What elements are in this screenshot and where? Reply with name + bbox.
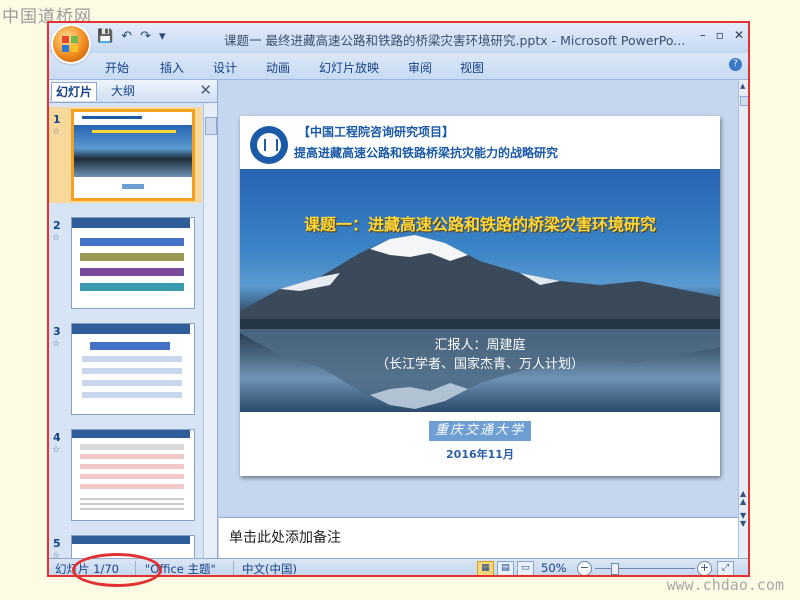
close-icon[interactable]: ✕	[734, 28, 744, 42]
thumbnail-list: 1 ☆ 2 ☆ 3 ☆ 4 ☆ 5 ☆	[49, 103, 202, 558]
slide-thumbnail-3[interactable]: 3 ☆	[49, 319, 202, 415]
next-slide-icon[interactable]: ▼ ▼	[740, 512, 746, 528]
office-logo-icon	[62, 36, 80, 52]
undo-icon[interactable]: ↶	[121, 29, 132, 44]
normal-view-icon[interactable]: ▦	[477, 561, 494, 575]
slide-number: 1	[53, 113, 61, 126]
slide-date: 2016年11月	[446, 448, 514, 461]
pane-close-icon[interactable]: ✕	[199, 81, 212, 99]
slide-thumbnail-4[interactable]: 4 ☆	[49, 425, 202, 521]
powerpoint-window: 💾 ↶ ↷ ▾ 课题一 最终进藏高速公路和铁路的桥梁灾害环境研究.pptx - …	[47, 21, 750, 577]
thumbnail-scrollbar[interactable]	[203, 103, 217, 558]
thumbnail-preview	[71, 109, 195, 201]
slides-pane: 幻灯片 大纲 ✕ 1 ☆ 2 ☆ 3 ☆ 4 ☆ 5 ☆	[49, 80, 218, 558]
window-controls: – ▫ ✕	[700, 28, 744, 42]
zoom-level[interactable]: 50%	[541, 561, 567, 575]
animation-star-icon: ☆	[52, 339, 61, 349]
mountain-lake-photo	[240, 169, 720, 412]
thumbnail-preview	[71, 217, 195, 309]
tab-animations[interactable]: 动画	[266, 59, 290, 76]
slide-scrollbar[interactable]: ▲ ▲ ▲ ▼ ▼	[738, 80, 748, 558]
tab-slideshow[interactable]: 幻灯片放映	[319, 59, 379, 76]
notes-placeholder: 单击此处添加备注	[229, 530, 341, 546]
ribbon-tabs: 开始 插入 设计 动画 幻灯片放映 审阅 视图 ?	[49, 53, 748, 80]
slideshow-view-icon[interactable]: ▭	[517, 561, 534, 575]
thumbnail-preview	[71, 323, 195, 415]
scroll-up-icon[interactable]: ▲	[740, 82, 748, 91]
quick-access-toolbar: 💾 ↶ ↷ ▾	[97, 29, 166, 44]
save-icon[interactable]: 💾	[97, 29, 113, 44]
window-title: 课题一 最终进藏高速公路和铁路的桥梁灾害环境研究.pptx - Microsof…	[224, 33, 686, 48]
fit-to-window-icon[interactable]: ⤢	[717, 561, 734, 575]
slide-number: 4	[53, 431, 61, 444]
zoom-slider-knob[interactable]	[611, 563, 619, 575]
minimize-icon[interactable]: –	[700, 28, 706, 42]
slide-number: 3	[53, 325, 61, 338]
tab-home[interactable]: 开始	[105, 59, 129, 76]
tab-outline[interactable]: 大纲	[107, 82, 139, 100]
office-button[interactable]	[53, 26, 89, 62]
tab-view[interactable]: 视图	[460, 59, 484, 76]
notes-pane[interactable]: 单击此处添加备注	[219, 517, 738, 559]
university-logo: 重庆交通大学	[429, 421, 531, 441]
previous-slide-icon[interactable]: ▲ ▲	[740, 490, 746, 506]
watermark-bottom: www.chdao.com	[666, 576, 784, 594]
redo-icon[interactable]: ↷	[140, 29, 151, 44]
slide-title: 课题一：进藏高速公路和铁路的桥梁灾害环境研究	[303, 215, 656, 234]
slide-number: 2	[53, 219, 61, 232]
customize-qat-icon[interactable]: ▾	[159, 29, 166, 44]
zoom-in-icon[interactable]: +	[697, 561, 712, 575]
slide-thumbnail-1[interactable]: 1 ☆	[49, 107, 202, 203]
title-bar: 💾 ↶ ↷ ▾ 课题一 最终进藏高速公路和铁路的桥梁灾害环境研究.pptx - …	[49, 23, 748, 53]
animation-star-icon: ☆	[52, 127, 61, 137]
highlight-annotation	[72, 553, 162, 587]
animation-star-icon: ☆	[52, 551, 61, 558]
restore-icon[interactable]: ▫	[716, 28, 724, 42]
slide-reporter-titles: （长江学者、国家杰青、万人计划）	[375, 357, 584, 372]
zoom-out-icon[interactable]: −	[577, 561, 592, 575]
slide-number: 5	[53, 537, 61, 550]
current-slide[interactable]: 【中国工程院咨询研究项目】 提高进藏高速公路和铁路桥梁抗灾能力的战略研究 课题一…	[240, 116, 720, 476]
animation-star-icon: ☆	[52, 233, 61, 243]
tab-review[interactable]: 审阅	[408, 59, 432, 76]
zoom-slider[interactable]	[595, 568, 695, 569]
help-icon[interactable]: ?	[729, 58, 742, 71]
scroll-thumb[interactable]	[740, 96, 748, 106]
thumbnail-preview	[71, 429, 195, 521]
tab-design[interactable]: 设计	[213, 59, 237, 76]
slide-thumbnail-2[interactable]: 2 ☆	[49, 213, 202, 309]
university-seal-icon	[250, 126, 288, 164]
slide-header-line1: 【中国工程院咨询研究项目】	[298, 125, 455, 139]
language-indicator[interactable]: 中文(中国)	[242, 561, 297, 575]
slide-header-line2: 提高进藏高速公路和铁路桥梁抗灾能力的战略研究	[294, 146, 559, 160]
tab-slides[interactable]: 幻灯片	[51, 82, 98, 101]
pane-tabs: 幻灯片 大纲 ✕	[49, 80, 217, 103]
slide-editing-area: 【中国工程院咨询研究项目】 提高进藏高速公路和铁路桥梁抗灾能力的战略研究 课题一…	[219, 80, 738, 515]
tab-insert[interactable]: 插入	[160, 59, 184, 76]
animation-star-icon: ☆	[52, 445, 61, 455]
slide-reporter: 汇报人：周建庭	[434, 338, 526, 353]
slide-sorter-icon[interactable]: ▤	[497, 561, 514, 575]
